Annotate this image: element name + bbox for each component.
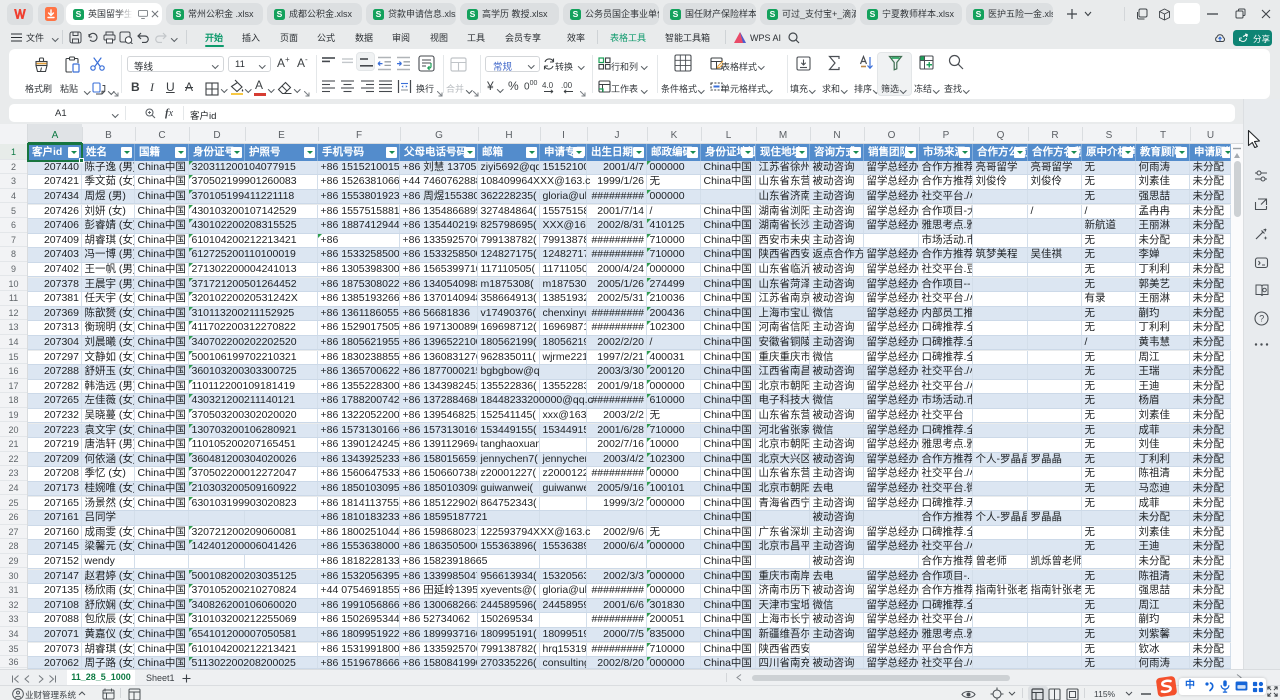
svg-text:?: ? — [1259, 314, 1264, 324]
